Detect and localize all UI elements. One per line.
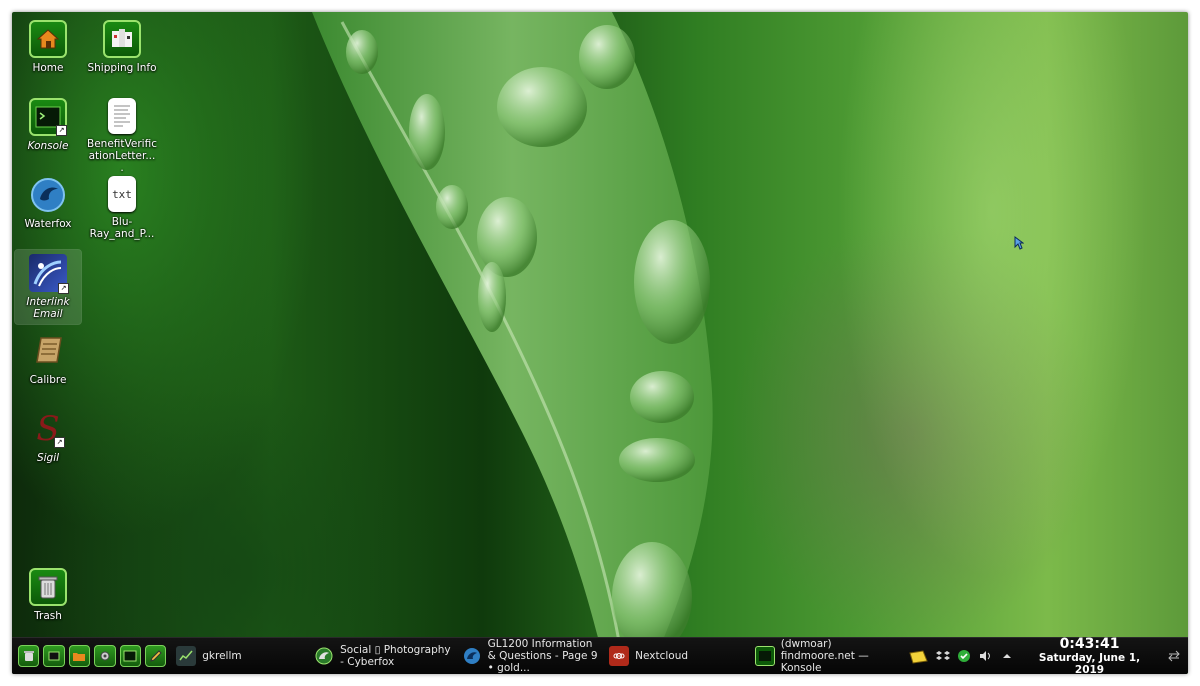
task-label: Nextcloud — [635, 650, 689, 662]
launcher-app[interactable] — [94, 645, 116, 667]
gkrellm-icon — [176, 646, 197, 666]
dropbox-icon[interactable] — [935, 648, 950, 664]
desktop-icon-blu-ray-txt[interactable]: txt Blu-Ray_and_P... — [87, 176, 157, 240]
shortcut-arrow-icon: ↗ — [58, 283, 69, 294]
text-file-badge: txt — [112, 187, 132, 201]
waterfox-icon — [29, 176, 67, 214]
desktop-icon-label: Shipping Info — [87, 62, 157, 74]
system-tray: 0:43:41 Saturday, June 1, 2019 — [906, 635, 1188, 675]
book-icon — [29, 332, 67, 370]
launcher-editor[interactable] — [144, 645, 167, 667]
taskbar: gkrellm Social ▯ Photography - Cyberfox … — [12, 635, 1188, 675]
task-cyberfox[interactable]: Social ▯ Photography - Cyberfox — [310, 638, 458, 674]
shortcut-arrow-icon: ↗ — [54, 437, 65, 448]
desktop-icon-sigil[interactable]: S ↗ Sigil — [13, 410, 83, 464]
folder-icon — [73, 653, 86, 661]
clock-date: Saturday, June 1, 2019 — [1038, 651, 1141, 675]
desktop-icon-label: Trash — [34, 610, 62, 622]
nextcloud-icon — [609, 646, 630, 666]
desktop-icon-label: Blu-Ray_and_P... — [89, 216, 155, 240]
desktop-icon-konsole[interactable]: ↗ Konsole — [13, 98, 83, 152]
desktop-icon-shipping-info[interactable]: Shipping Info — [87, 20, 157, 74]
pencil-icon — [149, 650, 162, 662]
desktop-icon-waterfox[interactable]: Waterfox — [13, 176, 83, 230]
cyberfox-icon — [314, 646, 334, 666]
tray-expand-icon[interactable] — [999, 648, 1014, 664]
kde-menu-icon — [23, 651, 34, 661]
mouse-cursor-icon — [1014, 236, 1024, 250]
desktop-icon-trash[interactable]: Trash — [13, 568, 83, 622]
desktop-icon-benefit-letter[interactable]: BenefitVerificationLetter.... — [87, 98, 157, 174]
desktop-icon-label: Home — [32, 62, 64, 74]
desktop-icon-label: Calibre — [29, 374, 67, 386]
desktop: Home Shipping Info ↗ Konsole BenefitVeri… — [12, 12, 1188, 674]
text-file-icon: txt — [108, 176, 136, 212]
clock-time: 0:43:41 — [1059, 635, 1120, 652]
check-status-icon[interactable] — [956, 648, 971, 664]
terminal-icon — [123, 650, 137, 662]
task-konsole[interactable]: (dwmoar) findmoore.net — Konsole — [751, 638, 906, 674]
desktop-icon — [48, 651, 60, 661]
task-nextcloud[interactable]: Nextcloud — [605, 638, 751, 674]
task-label: Social ▯ Photography - Cyberfox — [340, 644, 451, 668]
terminal-icon — [754, 646, 775, 666]
gear-icon — [100, 651, 110, 661]
terminal-icon: ↗ — [29, 98, 67, 136]
shipping-info-icon — [103, 20, 141, 58]
pdf-document-icon — [108, 98, 136, 134]
clock[interactable]: 0:43:41 Saturday, June 1, 2019 — [1025, 635, 1153, 675]
desktop-icon-label: Interlink Email — [26, 296, 70, 320]
wallpaper-leaf — [312, 12, 713, 674]
launcher-terminal[interactable] — [119, 645, 141, 667]
task-label: GL1200 Information & Questions - Page 9 … — [487, 638, 598, 674]
task-gkrellm[interactable]: gkrellm — [172, 638, 308, 674]
desktop-icon-label: Sigil — [36, 452, 60, 464]
desktop-icon-label: Waterfox — [24, 218, 72, 230]
shortcut-arrow-icon: ↗ — [56, 125, 67, 136]
desktop-icon-home[interactable]: Home — [13, 20, 83, 74]
task-waterfox-gl1200[interactable]: GL1200 Information & Questions - Page 9 … — [458, 638, 606, 674]
desktop-icon-label: Konsole — [27, 140, 69, 152]
interlink-email-icon: ↗ — [29, 254, 69, 294]
waterfox-icon — [462, 646, 482, 666]
task-label: (dwmoar) findmoore.net — Konsole — [780, 638, 869, 674]
task-label: gkrellm — [202, 650, 242, 662]
launcher-files[interactable] — [68, 645, 91, 667]
desktop-icon-calibre[interactable]: Calibre — [13, 332, 83, 386]
launcher-desktop[interactable] — [43, 645, 65, 667]
notes-icon[interactable] — [909, 648, 929, 664]
trash-icon — [29, 568, 67, 606]
app-menu-button[interactable] — [18, 645, 40, 667]
desktop-icon-label: BenefitVerificationLetter.... — [87, 138, 157, 174]
home-icon — [29, 20, 67, 58]
sigil-icon: S ↗ — [29, 410, 67, 448]
volume-icon[interactable] — [978, 648, 993, 664]
panel-options-icon[interactable] — [1167, 648, 1182, 664]
desktop-icon-interlink-email[interactable]: ↗ Interlink Email — [14, 249, 82, 325]
